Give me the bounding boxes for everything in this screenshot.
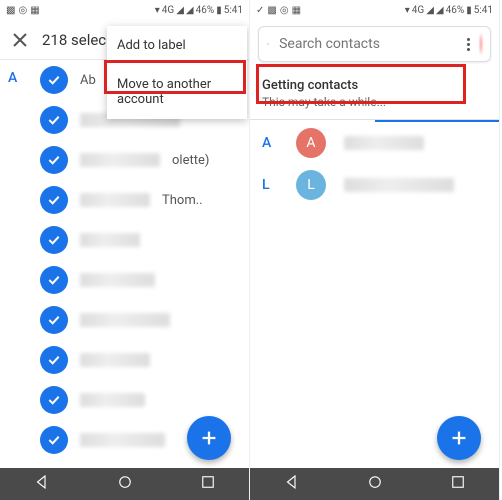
check-icon[interactable]: [40, 426, 68, 454]
contact-row[interactable]: A A: [250, 122, 499, 164]
check-icon[interactable]: [40, 66, 68, 94]
wifi-icon: ▾: [155, 5, 160, 16]
notif-icon: ▩: [267, 5, 276, 16]
battery-label: 46%: [446, 5, 465, 16]
nav-bar: [0, 468, 249, 500]
nav-bar: [250, 468, 499, 500]
check-icon[interactable]: [40, 346, 68, 374]
contact-name: Ab: [80, 73, 96, 88]
contact-row[interactable]: L L: [250, 164, 499, 206]
nav-home-icon[interactable]: [366, 473, 384, 495]
nav-recent-icon[interactable]: [449, 473, 467, 495]
signal-icon: ◢: [186, 5, 194, 16]
menu-item-add-label[interactable]: Add to label: [107, 26, 247, 65]
contact-name-blurred: [80, 153, 160, 167]
nav-recent-icon[interactable]: [199, 473, 217, 495]
check-icon[interactable]: [40, 186, 68, 214]
check-icon[interactable]: [40, 266, 68, 294]
check-icon[interactable]: [40, 386, 68, 414]
avatar: A: [296, 128, 326, 158]
check-icon[interactable]: [40, 226, 68, 254]
notif-icon: ◎: [280, 5, 289, 16]
loading-title: Getting contacts: [262, 78, 487, 93]
loading-banner: Getting contacts This may take a while..…: [250, 68, 499, 120]
contact-name-blurred: [80, 353, 150, 367]
search-input[interactable]: [279, 36, 457, 52]
contact-row-selected[interactable]: [0, 380, 249, 420]
contact-row-selected[interactable]: [0, 260, 249, 300]
avatar: L: [296, 170, 326, 200]
signal-label: 4G: [412, 5, 424, 16]
contact-name-blurred: [80, 233, 140, 247]
profile-avatar[interactable]: [480, 33, 482, 55]
menu-item-move-account[interactable]: Move to another account: [107, 65, 247, 119]
status-bar: ▩ ◎ ▦ ▾ 4G ◢ ◢ 46% ▮ 5:41: [0, 0, 249, 20]
signal-icon: ◢: [436, 5, 444, 16]
section-letter: L: [262, 177, 278, 193]
notif-icon: ▦: [292, 5, 301, 16]
contact-row-selected[interactable]: Thom..: [0, 180, 249, 220]
contact-name-blurred: [344, 178, 454, 192]
close-icon[interactable]: [8, 28, 32, 52]
battery-icon: ▮: [216, 5, 222, 16]
contact-name-suffix: olette): [172, 153, 209, 168]
contact-name-blurred: [80, 433, 165, 447]
fab-add[interactable]: [437, 416, 481, 460]
section-letter: A: [262, 135, 278, 151]
wifi-icon: ▾: [405, 5, 410, 16]
contact-row-selected[interactable]: [0, 300, 249, 340]
loading-subtitle: This may take a while...: [262, 95, 487, 109]
contact-name-blurred: [344, 136, 424, 150]
check-icon[interactable]: [40, 146, 68, 174]
nav-back-icon[interactable]: [33, 473, 51, 495]
battery-label: 46%: [196, 5, 215, 16]
contact-list[interactable]: A Ab olette) Thom..: [0, 60, 249, 460]
notif-icon: ✓: [256, 5, 264, 16]
screen-right: ✓ ▩ ◎ ▦ ▾ 4G ◢ ◢ 46% ▮ 5:41 Getting cont…: [250, 0, 500, 500]
status-bar: ✓ ▩ ◎ ▦ ▾ 4G ◢ ◢ 46% ▮ 5:41: [250, 0, 499, 20]
screen-left: ▩ ◎ ▦ ▾ 4G ◢ ◢ 46% ▮ 5:41 218 selec Add …: [0, 0, 250, 500]
contact-name-blurred: [80, 393, 145, 407]
contact-name-blurred: [80, 313, 170, 327]
overflow-menu: Add to label Move to another account: [107, 26, 247, 119]
battery-icon: ▮: [466, 5, 472, 16]
notif-icon: ▩: [6, 5, 15, 16]
contact-row-selected[interactable]: [0, 340, 249, 380]
hamburger-icon[interactable]: [267, 32, 269, 56]
contact-name-blurred: [80, 273, 155, 287]
nav-back-icon[interactable]: [283, 473, 301, 495]
fab-add[interactable]: [187, 416, 231, 460]
contact-row-selected[interactable]: [0, 220, 249, 260]
section-letter: A: [8, 70, 17, 86]
signal-label: 4G: [162, 5, 174, 16]
signal-icon: ◢: [176, 5, 184, 16]
overflow-icon[interactable]: [467, 38, 470, 51]
clock: 5:41: [474, 5, 493, 16]
clock: 5:41: [224, 5, 243, 16]
check-icon[interactable]: [40, 306, 68, 334]
notif-icon: ◎: [18, 5, 27, 16]
search-bar[interactable]: [258, 26, 491, 62]
signal-icon: ◢: [426, 5, 434, 16]
contact-name-blurred: [80, 193, 150, 207]
nav-home-icon[interactable]: [116, 473, 134, 495]
contact-name-suffix: Thom..: [162, 193, 203, 208]
check-icon[interactable]: [40, 106, 68, 134]
contact-list[interactable]: A A L L: [250, 122, 499, 206]
notif-icon: ▦: [30, 5, 39, 16]
contact-row-selected[interactable]: olette): [0, 140, 249, 180]
